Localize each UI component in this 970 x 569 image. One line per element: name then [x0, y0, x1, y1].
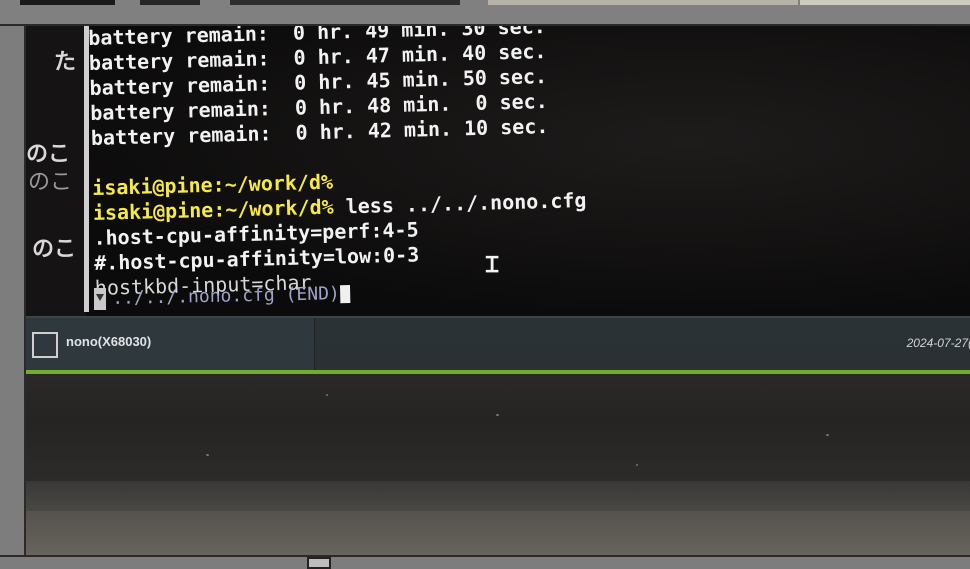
photo-of-laptop-screen: た のこ のこ のこ battery remain: 0 hr. 49 min.… [24, 26, 970, 555]
dust-speck [206, 454, 209, 456]
window-top-strip [0, 0, 970, 26]
photo-edge-fragment [140, 0, 200, 5]
dust-speck [326, 394, 328, 396]
japanese-glyph: のこ [28, 170, 73, 195]
japanese-glyph: た [54, 50, 77, 75]
less-status-text: ../../.nono.cfg (END) [112, 283, 340, 309]
laptop-base [26, 511, 970, 555]
photo-edge-fragment [20, 0, 115, 5]
i-beam-cursor-icon: Ɪ [486, 253, 499, 278]
window-bottom-strip [0, 555, 970, 565]
terminal-scrollbar[interactable] [94, 288, 106, 310]
background-document: た のこ のこ のこ [26, 26, 86, 316]
photo-edge-fragment [800, 0, 970, 5]
triangle-down-icon[interactable] [96, 294, 104, 301]
laptop-bezel [26, 374, 970, 494]
window-resize-handle[interactable] [307, 557, 331, 569]
text-cursor-block [339, 285, 350, 304]
photo-edge-fragment [488, 0, 798, 5]
taskbar-clock: 2024-07-27( [906, 336, 970, 350]
taskbar-window-label: nono(X68030) [66, 334, 152, 349]
photo-edge-fragment [230, 0, 460, 5]
laptop-hinge [26, 481, 970, 511]
dust-speck [636, 464, 638, 466]
dust-speck [496, 414, 499, 416]
terminal-output: battery remain: 0 hr. 49 min. 30 sec. ba… [88, 26, 655, 300]
window-frame-icon [32, 332, 58, 358]
japanese-glyph: のこ [32, 237, 77, 262]
dust-speck [826, 434, 829, 436]
laptop-screen: た のこ のこ のこ battery remain: 0 hr. 49 min.… [26, 26, 970, 316]
taskbar: nono(X68030) 2024-07-27( [26, 316, 970, 372]
taskbar-window-button[interactable]: nono(X68030) [26, 318, 315, 372]
